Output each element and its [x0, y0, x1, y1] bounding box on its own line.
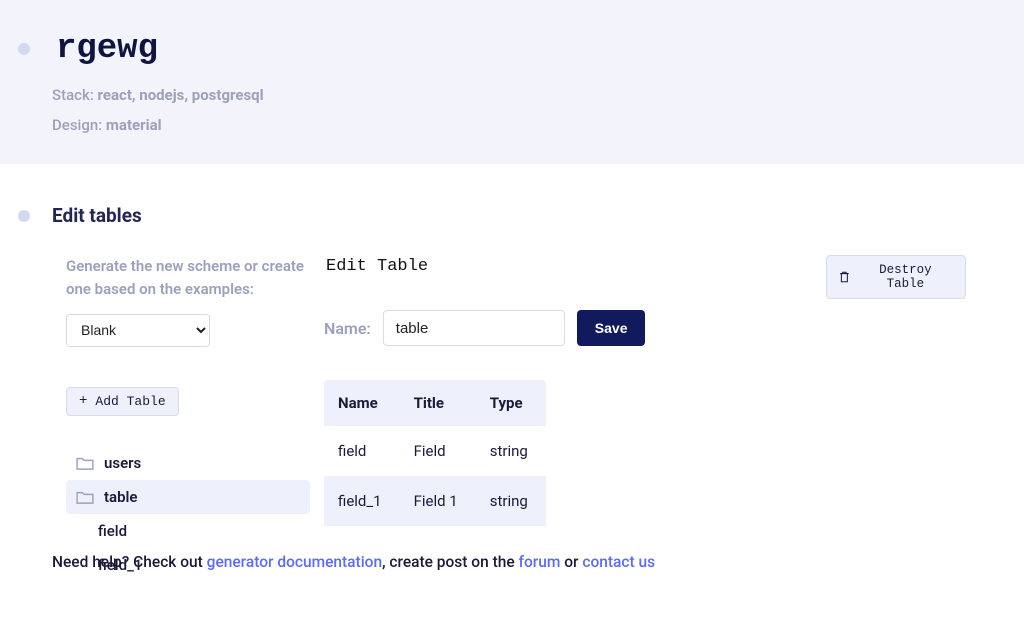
fields-table: Name Title Type fieldFieldstringfield_1F…	[324, 380, 546, 526]
stack-label: Stack:	[52, 86, 94, 104]
header: rgewg Stack: react, nodejs, postgresql D…	[0, 0, 1024, 164]
table-name-input[interactable]	[383, 310, 565, 346]
design-value: material	[106, 116, 162, 134]
folder-icon	[76, 456, 94, 470]
tree-table-item[interactable]: table	[66, 480, 310, 514]
table-row[interactable]: fieldFieldstring	[324, 426, 546, 476]
tree-table-item[interactable]: users	[66, 446, 310, 480]
folder-icon	[76, 490, 94, 504]
help-mid1: , create post on the	[382, 553, 518, 571]
project-title: rgewg	[56, 30, 158, 68]
save-button[interactable]: Save	[577, 310, 646, 346]
help-line: Need help? Check out generator documenta…	[52, 553, 655, 571]
doc-link[interactable]: generator documentation	[207, 553, 382, 571]
tree-item-label: users	[104, 454, 141, 472]
cell-type: string	[476, 426, 546, 476]
col-name: Name	[324, 380, 400, 426]
add-table-label: Add Table	[95, 394, 165, 409]
stack-value: react, nodejs, postgresql	[98, 86, 264, 104]
scheme-select[interactable]: Blank	[66, 314, 210, 347]
design-line: Design: material	[52, 116, 969, 134]
destroy-label: Destroy Table	[858, 263, 953, 291]
tree-item-label: table	[104, 488, 138, 506]
section-title: Edit tables	[52, 204, 142, 227]
contact-link[interactable]: contact us	[582, 553, 655, 571]
tree-item-label: field	[98, 522, 127, 540]
bullet-icon	[18, 43, 30, 55]
stack-line: Stack: react, nodejs, postgresql	[52, 86, 969, 104]
forum-link[interactable]: forum	[519, 553, 561, 571]
cell-name: field_1	[324, 476, 400, 526]
cell-name: field	[324, 426, 400, 476]
cell-type: string	[476, 476, 546, 526]
col-title: Title	[400, 380, 476, 426]
col-type: Type	[476, 380, 546, 426]
add-table-button[interactable]: + Add Table	[66, 387, 179, 416]
destroy-table-button[interactable]: Destroy Table	[826, 255, 966, 299]
plus-icon: +	[79, 394, 87, 408]
tree-field-item[interactable]: field	[66, 514, 310, 548]
editor-title: Edit Table	[324, 257, 812, 276]
scheme-hint: Generate the new scheme or create one ba…	[66, 255, 310, 302]
help-prefix: Need help? Check out	[52, 553, 207, 571]
bullet-icon	[18, 210, 30, 222]
name-row: Name: Save	[324, 310, 812, 346]
editor-column: Edit Table Name: Save Name Title Type fi…	[324, 255, 812, 582]
help-mid2: or	[560, 553, 582, 571]
trash-icon	[839, 271, 850, 283]
design-label: Design:	[52, 116, 102, 134]
table-row[interactable]: field_1Field 1string	[324, 476, 546, 526]
edit-tables-section: Edit tables Generate the new scheme or c…	[0, 164, 1024, 582]
cell-title: Field	[400, 426, 476, 476]
name-label: Name:	[324, 319, 371, 338]
left-column: Generate the new scheme or create one ba…	[66, 255, 310, 582]
right-column: Destroy Table	[826, 255, 966, 582]
cell-title: Field 1	[400, 476, 476, 526]
